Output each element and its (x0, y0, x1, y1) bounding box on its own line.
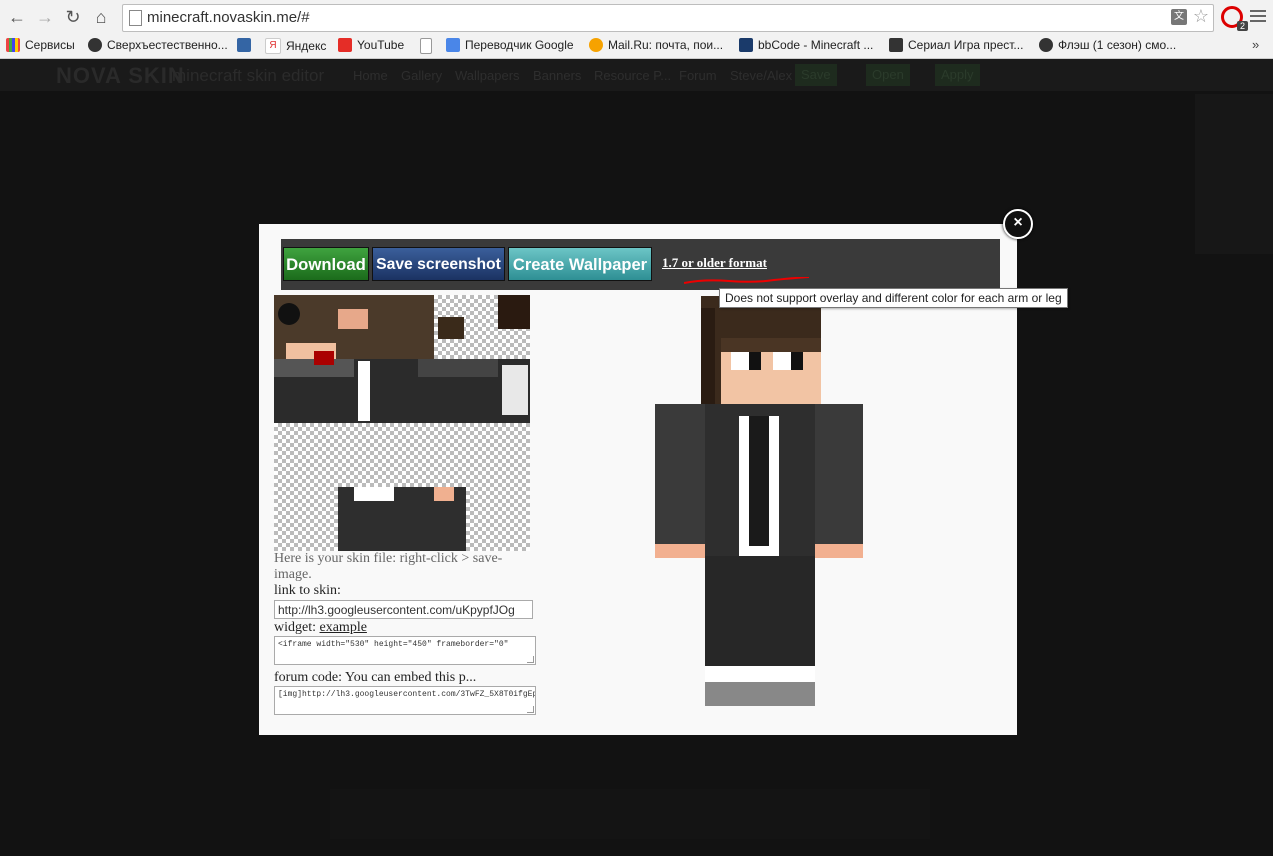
bookmark-yandex[interactable]: Я Яндекс (265, 38, 326, 54)
reload-icon[interactable]: ↻ (62, 6, 84, 28)
old-format-tooltip: Does not support overlay and different c… (719, 288, 1068, 308)
extension-badge: 2 (1236, 21, 1248, 31)
apply-button[interactable]: Apply (935, 64, 980, 86)
site-subtitle: minecraft skin editor (172, 66, 325, 85)
open-button[interactable]: Open (866, 64, 910, 86)
nav-resource-packs[interactable]: Resource P... (594, 68, 671, 83)
bookmarks-bar: Сервисы Сверхъестественно... Я Яндекс You… (0, 35, 1273, 59)
bookmark-supernatural[interactable]: Сверхъестественно... (88, 38, 228, 52)
nav-wallpapers[interactable]: Wallpapers (455, 68, 520, 83)
bottom-toolbar (330, 789, 930, 839)
close-icon[interactable]: × (1003, 209, 1033, 239)
link-label: link to skin: (274, 583, 341, 598)
clapperboard-icon (889, 38, 903, 52)
bookmark-chat[interactable] (237, 38, 256, 52)
back-icon[interactable]: ← (6, 6, 28, 28)
youtube-icon (338, 38, 352, 52)
translate-icon[interactable]: 文 (1171, 9, 1187, 25)
apps-grid-icon (6, 38, 20, 52)
yandex-icon: Я (265, 38, 281, 54)
export-dialog: Download Save screenshot Create Wallpape… (259, 224, 1068, 735)
bookmark-services[interactable]: Сервисы (6, 38, 75, 52)
bookmarks-more[interactable]: » (1252, 37, 1259, 52)
bookmark-bbcode[interactable]: bbCode - Minecraft ... (739, 38, 873, 52)
widget-code-textarea[interactable]: <iframe width="530" height="450" framebo… (274, 636, 536, 665)
google-translate-icon (446, 38, 460, 52)
widget-label: widget: (274, 620, 320, 635)
nav-gallery[interactable]: Gallery (401, 68, 442, 83)
troll-face-icon (88, 38, 102, 52)
bookmark-blank[interactable] (420, 38, 437, 54)
old-format-link[interactable]: 1.7 or older format (662, 255, 767, 271)
nav-steve-alex[interactable]: Steve/Alex (730, 68, 792, 83)
download-button[interactable]: Download (283, 247, 369, 281)
save-screenshot-button[interactable]: Save screenshot (372, 247, 505, 281)
troll-face-icon (1039, 38, 1053, 52)
bookmark-mailru[interactable]: Mail.Ru: почта, пои... (589, 38, 723, 52)
chat-icon (237, 38, 251, 52)
bookmark-game-of-thrones[interactable]: Сериал Игра прест... (889, 38, 1023, 52)
address-url[interactable]: minecraft.novaskin.me/# (147, 9, 310, 26)
nav-forum[interactable]: Forum (679, 68, 717, 83)
skin-link-input[interactable]: http://lh3.googleusercontent.com/uKpypfJ… (274, 600, 533, 619)
home-icon[interactable]: ⌂ (90, 6, 112, 28)
opera-extension-icon[interactable]: 2 (1221, 6, 1248, 31)
skin-texture-image[interactable] (274, 295, 530, 551)
address-bar[interactable]: minecraft.novaskin.me/# 文 ☆ (122, 4, 1214, 32)
create-wallpaper-button[interactable]: Create Wallpaper (508, 247, 652, 281)
red-underline-annotation (684, 277, 810, 284)
nav-home[interactable]: Home (353, 68, 388, 83)
bookmark-star-icon[interactable]: ☆ (1193, 6, 1209, 27)
widget-label-row: widget: example (274, 620, 367, 636)
forum-code-label: forum code: You can embed this p... (274, 670, 477, 685)
browser-menu-icon[interactable] (1250, 10, 1266, 25)
forward-icon[interactable]: → (34, 6, 56, 28)
browser-toolbar: ← → ↻ ⌂ minecraft.novaskin.me/# 文 ☆ 2 (0, 0, 1273, 36)
nav-banners[interactable]: Banners (533, 68, 581, 83)
right-tool-panel (1195, 94, 1273, 254)
export-toolbar: Download Save screenshot Create Wallpape… (281, 239, 1000, 290)
skin-file-note: Here is your skin file: right-click > sa… (274, 551, 503, 582)
forum-code-textarea[interactable]: [img]http://lh3.googleusercontent.com/3T… (274, 686, 536, 715)
page-icon (129, 10, 142, 26)
page-icon (420, 38, 432, 54)
site-logo: NOVA SKIN (56, 63, 185, 88)
widget-example-link[interactable]: example (320, 620, 367, 635)
bookmark-youtube[interactable]: YouTube (338, 38, 404, 52)
bookmark-google-translate[interactable]: Переводчик Google (446, 38, 574, 52)
mailru-icon (589, 38, 603, 52)
save-button[interactable]: Save (795, 64, 837, 86)
bookmark-flash[interactable]: Флэш (1 сезон) смо... (1039, 38, 1176, 52)
creeper-icon (739, 38, 753, 52)
skin-3d-preview[interactable] (655, 296, 863, 716)
site-header: NOVA SKIN minecraft skin editor Home Gal… (0, 59, 1273, 91)
